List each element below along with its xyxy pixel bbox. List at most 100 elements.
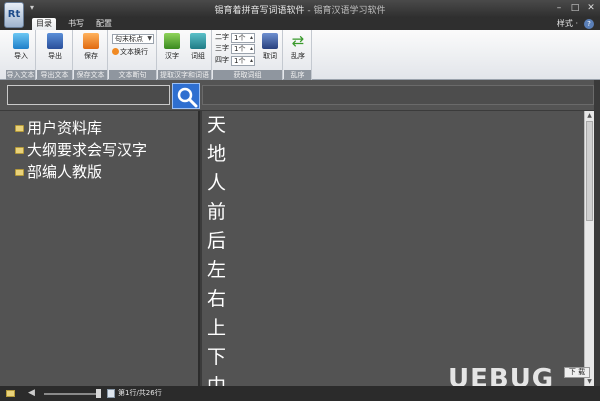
group-get-words: 二字 1个 ▴ 三字 1个 ▴ 四字 1个 ▴ 取词 获取词组	[213, 30, 283, 80]
tree-item-label: 部编人教版	[27, 163, 103, 181]
shuffle-button[interactable]: ⇄ 乱序	[285, 33, 311, 67]
group-label-export: 导出文本	[37, 70, 72, 80]
import-button[interactable]: 导入	[8, 33, 34, 67]
tree-item-user-library[interactable]: 用户资料库	[0, 117, 198, 139]
folder-icon	[15, 125, 24, 132]
tree-item-label: 用户资料库	[27, 119, 103, 137]
list-item[interactable]: 地	[202, 140, 584, 169]
save-label: 保存	[84, 52, 98, 60]
two-char-count-value: 1个	[234, 34, 246, 42]
window-title: 锡育着拼音写词语软件 - 锡育汉语学习软件	[0, 3, 600, 16]
group-shuffle: ⇄ 乱序 乱序	[284, 30, 312, 80]
get-words-icon	[262, 33, 278, 49]
status-bar: ◀ 第1行/共26行	[0, 386, 600, 401]
volume-slider-handle[interactable]	[96, 389, 101, 398]
four-char-label: 四字	[215, 56, 229, 64]
search-button[interactable]	[172, 83, 200, 109]
punctuation-select[interactable]: 句末标点 ▼	[112, 34, 154, 44]
app-logo-icon[interactable]: Rt	[4, 2, 24, 28]
scroll-up-icon[interactable]: ▲	[585, 111, 594, 120]
folder-icon	[15, 147, 24, 154]
chevron-down-icon: ▼	[147, 35, 152, 42]
speaker-icon[interactable]: ◀	[28, 388, 35, 398]
window-subtitle: - 锡育汉语学习软件	[307, 6, 386, 16]
minimize-button[interactable]: –	[552, 2, 566, 15]
scrollbar-thumb[interactable]	[586, 121, 593, 221]
folder-icon[interactable]	[6, 390, 15, 397]
import-label: 导入	[14, 52, 28, 60]
save-icon	[83, 33, 99, 49]
text-wrap-button[interactable]: 文本换行	[112, 47, 148, 57]
export-button[interactable]: 导出	[42, 33, 68, 67]
tree-item-label: 大纲要求会写汉字	[27, 141, 148, 159]
group-extract: 汉字 词组 提取汉字和词语	[158, 30, 212, 80]
two-char-count-stepper[interactable]: 1个 ▴	[231, 33, 255, 43]
volume-slider[interactable]	[44, 393, 96, 395]
list-item[interactable]: 右	[202, 285, 584, 314]
export-icon	[47, 33, 63, 49]
char-filter-bar[interactable]	[202, 85, 594, 105]
list-item[interactable]: 前	[202, 198, 584, 227]
ribbon-toolbar: 导入 导入文本 导出 导出文本 保存 保存文本 句末标点 ▼ 文本换行 文本断句	[0, 30, 600, 80]
help-icon[interactable]: ?	[584, 19, 594, 29]
get-words-button[interactable]: 取词	[257, 33, 283, 67]
shuffle-label: 乱序	[291, 52, 305, 60]
get-words-label: 取词	[263, 52, 277, 60]
punctuation-select-value: 句末标点	[115, 35, 143, 43]
list-item[interactable]: 左	[202, 256, 584, 285]
save-button[interactable]: 保存	[78, 33, 104, 67]
shuffle-icon: ⇄	[291, 32, 305, 50]
extract-hanzi-button[interactable]: 汉字	[159, 33, 185, 67]
folder-icon	[15, 169, 24, 176]
group-label-import: 导入文本	[6, 70, 35, 80]
hanzi-icon	[164, 33, 180, 49]
stepper-icon: ▴	[249, 45, 253, 52]
extract-words-label: 词组	[191, 52, 205, 60]
search-icon	[177, 87, 198, 108]
group-sentence-split: 句末标点 ▼ 文本换行 文本断句	[109, 30, 157, 80]
title-bar: ▾ 锡育着拼音写词语软件 - 锡育汉语学习软件 – □ ✕	[0, 0, 600, 18]
group-import: 导入 导入文本	[6, 30, 36, 80]
wrap-icon	[112, 48, 119, 55]
export-label: 导出	[48, 52, 62, 60]
group-label-sentence-split: 文本断句	[109, 70, 156, 80]
search-row	[0, 80, 600, 110]
text-wrap-label: 文本换行	[120, 48, 148, 56]
tree-item-textbook[interactable]: 部编人教版	[0, 161, 198, 183]
maximize-button[interactable]: □	[568, 2, 582, 15]
group-label-shuffle: 乱序	[284, 70, 311, 80]
list-item[interactable]: 后	[202, 227, 584, 256]
three-char-count-stepper[interactable]: 1个 ▴	[231, 44, 255, 54]
group-label-get-words: 获取词组	[213, 70, 282, 80]
three-char-count-value: 1个	[234, 45, 246, 53]
words-icon	[190, 33, 206, 49]
search-input[interactable]	[7, 85, 170, 105]
three-char-label: 三字	[215, 44, 229, 52]
extract-words-button[interactable]: 词组	[185, 33, 211, 67]
window-edge	[594, 80, 600, 386]
import-icon	[13, 33, 29, 49]
tab-writing[interactable]: 书写	[64, 18, 88, 30]
list-item[interactable]: 天	[202, 111, 584, 140]
line-status: 第1行/共26行	[118, 389, 162, 397]
group-label-save: 保存文本	[74, 70, 107, 80]
stepper-icon: ▴	[249, 34, 253, 41]
character-list: 天 地 人 前 后 左 右 上 下 中	[202, 111, 584, 386]
stepper-icon: ▴	[249, 57, 253, 64]
vertical-scrollbar[interactable]: ▲ ▼	[584, 111, 594, 386]
scroll-down-icon[interactable]: ▼	[585, 377, 594, 386]
close-button[interactable]: ✕	[584, 2, 598, 15]
download-badge: 下 载	[564, 367, 590, 378]
two-char-label: 二字	[215, 33, 229, 41]
style-menu[interactable]: 样式 ·	[557, 18, 578, 30]
tab-catalog[interactable]: 目录	[32, 18, 56, 30]
four-char-count-value: 1个	[234, 57, 246, 65]
four-char-count-stepper[interactable]: 1个 ▴	[231, 56, 255, 66]
tab-config[interactable]: 配置	[92, 18, 116, 30]
list-item[interactable]: 上	[202, 314, 584, 343]
window-title-text: 锡育着拼音写词语软件	[214, 6, 305, 16]
list-item[interactable]: 人	[202, 169, 584, 198]
tree-item-syllabus-chars[interactable]: 大纲要求会写汉字	[0, 139, 198, 161]
group-export: 导出 导出文本	[37, 30, 73, 80]
group-save: 保存 保存文本	[74, 30, 108, 80]
